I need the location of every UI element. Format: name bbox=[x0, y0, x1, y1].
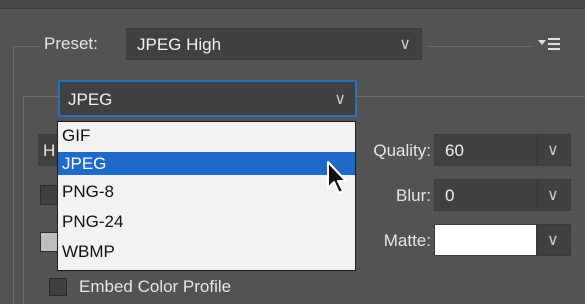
matte-label: Matte: bbox=[383, 231, 431, 250]
group-border bbox=[13, 46, 39, 47]
embed-color-profile-label: Embed Color Profile bbox=[79, 277, 232, 296]
format-option-jpeg[interactable]: JPEG bbox=[58, 152, 355, 175]
embed-color-profile-checkbox[interactable] bbox=[49, 278, 67, 296]
quality-value: 60 bbox=[445, 141, 464, 160]
chevron-down-icon: ∨ bbox=[547, 232, 559, 249]
chevron-down-icon: ∨ bbox=[547, 187, 559, 204]
format-option-wbmp[interactable]: WBMP bbox=[58, 240, 355, 263]
group-border bbox=[13, 46, 14, 304]
blur-dropdown-button[interactable]: ∨ bbox=[537, 179, 571, 211]
quality-input[interactable]: 60 bbox=[434, 134, 537, 166]
chevron-down-icon: ∨ bbox=[399, 36, 411, 53]
chevron-down-icon: ∨ bbox=[547, 142, 559, 159]
inner-group-border bbox=[356, 96, 585, 97]
format-value: JPEG bbox=[68, 90, 113, 109]
format-dropdown-list: GIF JPEG PNG-8 PNG-24 WBMP bbox=[57, 121, 356, 271]
mouse-pointer-icon bbox=[326, 160, 352, 196]
format-option-png8[interactable]: PNG-8 bbox=[58, 180, 355, 203]
inner-group-border bbox=[23, 96, 59, 97]
preset-label: Preset: bbox=[44, 34, 98, 53]
matte-dropdown-button[interactable]: ∨ bbox=[537, 224, 571, 256]
panel-menu-icon[interactable] bbox=[534, 34, 564, 54]
chevron-down-icon: ∨ bbox=[334, 91, 346, 108]
blur-label: Blur: bbox=[396, 186, 431, 205]
format-option-png24[interactable]: PNG-24 bbox=[58, 210, 355, 233]
group-border bbox=[428, 46, 532, 47]
preset-value: JPEG High bbox=[137, 35, 222, 54]
blur-input[interactable]: 0 bbox=[434, 179, 537, 211]
format-option-gif[interactable]: GIF bbox=[58, 124, 355, 147]
inner-group-border bbox=[23, 96, 24, 304]
quality-dropdown-button[interactable]: ∨ bbox=[537, 134, 571, 166]
quality-label: Quality: bbox=[373, 141, 431, 160]
panel-top-bar bbox=[0, 0, 585, 9]
format-select[interactable]: JPEG ∨ bbox=[58, 80, 357, 117]
matte-color-swatch[interactable] bbox=[434, 224, 537, 256]
blur-value: 0 bbox=[445, 186, 455, 205]
compression-select-partial: H bbox=[43, 141, 56, 160]
preset-select[interactable]: JPEG High ∨ bbox=[126, 28, 422, 60]
